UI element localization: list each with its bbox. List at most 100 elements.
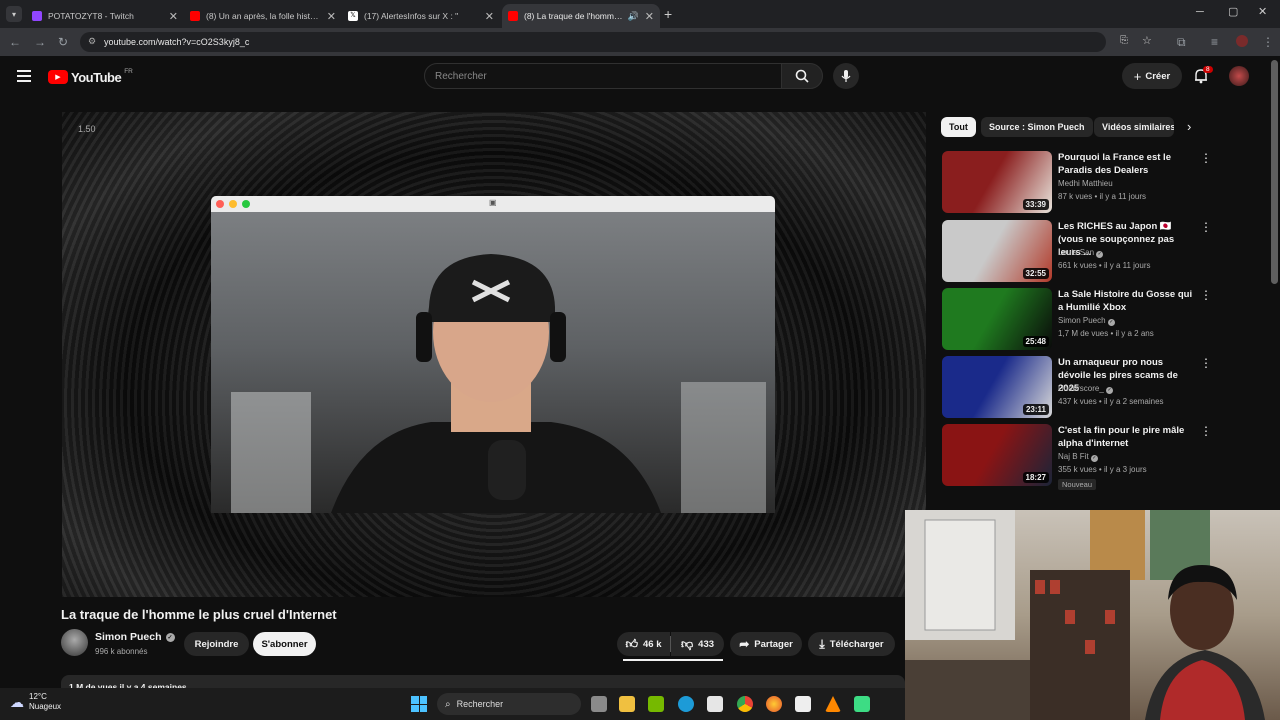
recommended-title[interactable]: Pourquoi la France est le Paradis des De… [1058, 151, 1194, 177]
install-icon[interactable]: ⎘ [1120, 35, 1128, 46]
tab-close-icon[interactable]: ✕ [479, 10, 494, 23]
video-time-overlay: 1.50 [78, 124, 96, 134]
recommended-video[interactable]: 32:55 Les RICHES au Japon 🇯🇵 (vous ne sou… [942, 220, 1212, 284]
like-button[interactable]: 👍︎ 46 k [617, 632, 670, 656]
reload-icon[interactable]: ↻ [58, 35, 68, 49]
video-inner-window: ▣ [211, 196, 775, 513]
dislike-button[interactable]: 👎︎ 433 [671, 632, 724, 656]
streamer-room [905, 510, 1265, 720]
tab-label: (8) La traque de l'homme le [524, 11, 624, 21]
address-bar[interactable]: ⚙ youtube.com/watch?v=cO2S3kyj8_c ⎘ ☆ [80, 32, 1152, 52]
minimize-icon[interactable]: ─ [1196, 6, 1204, 18]
more-options-icon[interactable]: ⋮ [1200, 424, 1212, 438]
video-thumbnail[interactable]: 32:55 [942, 220, 1052, 282]
tab-x[interactable]: 𝕏 (17) AlertesInfos sur X : " ✕ [342, 4, 500, 28]
channel-name-text: Simon Puech [95, 631, 162, 643]
media-control-icon[interactable]: ≡ [1211, 35, 1218, 49]
file-explorer-icon[interactable] [619, 696, 635, 712]
youtube-wordmark: YouTube [71, 69, 122, 85]
task-view-icon[interactable] [591, 696, 607, 712]
recommended-video[interactable]: 25:48 La Sale Histoire du Gosse qui a Hum… [942, 288, 1212, 352]
chrome-icon[interactable] [737, 696, 753, 712]
close-window-icon[interactable]: ✕ [1258, 5, 1267, 18]
bookmark-star-icon[interactable]: ☆ [1142, 34, 1152, 47]
store-icon[interactable] [707, 696, 723, 712]
video-duration: 18:27 [1022, 472, 1049, 483]
tab-close-icon[interactable]: ✕ [321, 10, 336, 23]
tab-close-icon[interactable]: ✕ [163, 10, 178, 23]
chip-source[interactable]: Source : Simon Puech [981, 117, 1093, 137]
page-scrollbar[interactable] [1271, 60, 1278, 284]
forward-icon[interactable]: → [34, 35, 46, 49]
chip-similar[interactable]: Vidéos similaires [1094, 117, 1174, 137]
search-input[interactable]: Rechercher [424, 63, 782, 89]
recommended-channel[interactable]: Simon Puech ✓ [1058, 316, 1115, 326]
recommended-title[interactable]: La Sale Histoire du Gosse qui a Humilié … [1058, 288, 1194, 314]
site-info-icon[interactable]: ⚙ [88, 36, 96, 47]
hamburger-menu-icon[interactable] [17, 70, 31, 82]
tab-twitch[interactable]: POTATOZYT8 - Twitch ✕ [26, 4, 184, 28]
app-icon[interactable] [854, 696, 870, 712]
more-options-icon[interactable]: ⋮ [1200, 288, 1212, 302]
chip-all[interactable]: Tout [941, 117, 976, 137]
verified-icon: ✓ [1090, 455, 1098, 462]
voice-search-button[interactable] [833, 63, 859, 89]
tab-youtube-active[interactable]: (8) La traque de l'homme le 🔊 ✕ [502, 4, 660, 28]
speaker-icon[interactable]: 🔊 [628, 11, 639, 22]
download-icon: ⤓ [819, 636, 825, 651]
tab-youtube-1[interactable]: (8) Un an après, la folle histoire ✕ [184, 4, 342, 28]
more-options-icon[interactable]: ⋮ [1200, 356, 1212, 370]
recommended-meta: 355 k vues • il y a 3 jours [1058, 465, 1147, 474]
search-button[interactable] [781, 63, 823, 89]
new-tab-icon[interactable]: + [664, 6, 672, 22]
recommended-channel[interactable]: Louis-San ✓ [1058, 248, 1104, 258]
youtube-logo[interactable]: ▶ YouTube FR [48, 68, 133, 86]
video-thumbnail[interactable]: 25:48 [942, 288, 1052, 350]
recommended-meta: 661 k vues • il y a 11 jours [1058, 261, 1151, 270]
create-button[interactable]: + Créer [1122, 63, 1182, 89]
edge-icon[interactable] [678, 696, 694, 712]
recommended-video[interactable]: 18:27 C'est la fin pour le pire mâle alph… [942, 424, 1212, 490]
video-thumbnail[interactable]: 18:27 [942, 424, 1052, 486]
firefox-icon[interactable] [766, 696, 782, 712]
video-duration: 25:48 [1022, 336, 1049, 347]
subscribe-button[interactable]: S'abonner [253, 632, 316, 656]
browser-menu-icon[interactable]: ⋮ [1262, 35, 1274, 49]
taskbar-search[interactable]: ⌕ Rechercher [437, 693, 581, 715]
notifications-button[interactable]: 8 [1193, 66, 1213, 89]
zoom-dot-icon [242, 200, 250, 208]
capcut-icon[interactable] [795, 696, 811, 712]
share-button[interactable]: ➦ Partager [730, 632, 802, 656]
subscriber-count: 996 k abonnés [95, 647, 148, 656]
more-options-icon[interactable]: ⋮ [1200, 220, 1212, 234]
webcam-scene [211, 212, 775, 513]
channel-name[interactable]: Simon Puech ✓ [95, 631, 175, 643]
maximize-icon[interactable]: ▢ [1228, 5, 1238, 18]
thumbs-up-icon: 👍︎ [625, 636, 639, 651]
recommended-channel[interactable]: Underscore_ ✓ [1058, 384, 1114, 394]
extensions-icon[interactable]: ⧉ [1177, 35, 1186, 50]
join-button[interactable]: Rejoindre [184, 632, 249, 656]
recommended-video[interactable]: 33:39 Pourquoi la France est le Paradis d… [942, 151, 1212, 215]
weather-widget[interactable]: ☁ 12°C Nuageux [10, 692, 61, 712]
tab-close-icon[interactable]: ✕ [639, 10, 654, 23]
chevron-right-icon[interactable]: › [1187, 119, 1191, 134]
subscribe-label: S'abonner [261, 638, 308, 650]
more-options-icon[interactable]: ⋮ [1200, 151, 1212, 165]
video-thumbnail[interactable]: 23:11 [942, 356, 1052, 418]
account-avatar[interactable] [1229, 66, 1249, 86]
channel-avatar[interactable] [61, 629, 88, 656]
nvidia-icon[interactable] [648, 696, 664, 712]
recommended-channel[interactable]: Medhi Matthieu [1058, 179, 1113, 188]
download-button[interactable]: ⤓ Télécharger [808, 632, 895, 656]
search-icon [795, 69, 809, 83]
profile-avatar[interactable] [1236, 35, 1248, 47]
camera-icon: ▣ [489, 198, 497, 207]
start-button[interactable] [411, 696, 427, 712]
recommended-title[interactable]: C'est la fin pour le pire mâle alpha d'i… [1058, 424, 1194, 450]
back-icon[interactable]: ← [9, 35, 21, 49]
recommended-channel[interactable]: Naj B Fit ✓ [1058, 452, 1098, 462]
recommended-video[interactable]: 23:11 Un arnaqueur pro nous dévoile les p… [942, 356, 1212, 420]
tab-search-icon[interactable]: ▾ [6, 6, 22, 22]
video-thumbnail[interactable]: 33:39 [942, 151, 1052, 213]
